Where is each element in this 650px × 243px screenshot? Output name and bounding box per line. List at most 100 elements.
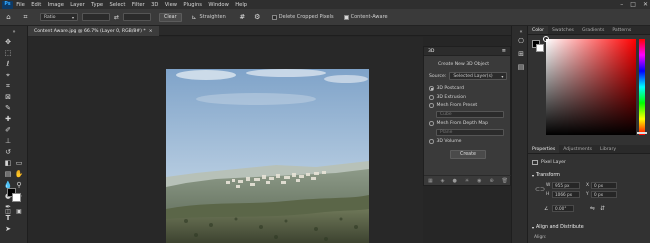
background-color-swatch[interactable] (12, 193, 21, 202)
straighten-label[interactable]: Straighten (200, 14, 226, 20)
x-field[interactable]: 0 px (591, 182, 617, 189)
minimize-button[interactable]: – (620, 1, 623, 8)
tab-gradients[interactable]: Gradients (578, 26, 608, 34)
height-input[interactable] (123, 13, 151, 21)
menu-file[interactable]: File (13, 2, 28, 8)
menu-select[interactable]: Select (106, 2, 128, 8)
swap-icon[interactable]: ⇄ (112, 13, 121, 22)
create-button[interactable]: Create (450, 150, 486, 159)
option-mesh-preset[interactable]: Mesh From Preset (429, 103, 477, 108)
history-icon[interactable]: ▤ (516, 62, 526, 72)
collapse-toolbar-icon[interactable]: » (9, 27, 19, 37)
3d-panel-title[interactable]: 3D (428, 49, 434, 54)
hand-tool-icon[interactable]: ✋ (14, 169, 24, 179)
hue-slider[interactable] (639, 39, 645, 135)
content-aware-checkbox[interactable] (343, 14, 349, 20)
marquee-tool-icon[interactable]: ⬚ (3, 48, 13, 58)
menu-image[interactable]: Image (44, 2, 67, 8)
align-header[interactable]: ▾ Align and Distribute (532, 225, 584, 230)
radio-mesh-depth[interactable] (429, 121, 434, 126)
color-picker-field[interactable] (546, 39, 636, 135)
gradient-tool-icon[interactable]: ▤ (3, 169, 13, 179)
maximize-button[interactable]: □ (630, 1, 636, 8)
quick-mask-icon[interactable]: ◫ (3, 207, 13, 217)
menu-help[interactable]: Help (232, 2, 250, 8)
home-icon[interactable]: ⌂ (4, 13, 13, 22)
healing-brush-tool-icon[interactable]: ✚ (3, 114, 13, 124)
tab-patterns[interactable]: Patterns (608, 26, 635, 34)
depth-select[interactable]: Plane (436, 129, 504, 136)
scene-icon[interactable]: ▦ (428, 178, 433, 184)
app-logo[interactable]: Ps (2, 0, 13, 9)
move-tool-icon[interactable]: ✥ (3, 37, 13, 47)
width-field[interactable]: 955 px (552, 182, 580, 189)
crop-tool-icon[interactable]: ⌗ (21, 13, 30, 22)
tab-library[interactable]: Library (596, 145, 620, 153)
mesh-icon[interactable]: ◈ (441, 178, 445, 184)
clear-button[interactable]: Clear (159, 12, 182, 22)
delete-cropped-checkbox[interactable] (271, 14, 277, 20)
eyedropper-tool-icon[interactable]: ✎ (3, 103, 13, 113)
delete-cropped-option[interactable]: Delete Cropped Pixels (271, 14, 334, 20)
angle-field[interactable]: 0.00° (552, 205, 574, 212)
camera-icon[interactable]: ◉ (477, 178, 481, 184)
flip-horizontal-icon[interactable]: ⇋ (590, 205, 595, 212)
y-field[interactable]: 0 px (591, 191, 617, 198)
menu-layer[interactable]: Layer (67, 2, 88, 8)
tab-swatches[interactable]: Swatches (548, 26, 578, 34)
preset-select[interactable]: Cube (436, 111, 504, 118)
brush-tool-icon[interactable]: ✐ (3, 125, 13, 135)
crop-tool-icon[interactable]: ⌗ (3, 81, 13, 91)
light-icon[interactable]: ☀ (465, 178, 469, 184)
quick-select-tool-icon[interactable]: ⌖ (3, 70, 13, 80)
link-icon[interactable]: ⊂⊃ (535, 186, 545, 193)
width-input[interactable] (82, 13, 110, 21)
history-brush-tool-icon[interactable]: ↺ (3, 147, 13, 157)
lasso-tool-icon[interactable]: ℓ (3, 59, 13, 69)
menu-type[interactable]: Type (88, 2, 106, 8)
tab-adjustments[interactable]: Adjustments (559, 145, 596, 153)
menu-3d[interactable]: 3D (148, 2, 162, 8)
eraser-tool-icon[interactable]: ◧ (3, 158, 13, 168)
tab-properties[interactable]: Properties (528, 145, 560, 153)
menu-edit[interactable]: Edit (28, 2, 44, 8)
content-aware-option[interactable]: Content-Aware (343, 14, 388, 20)
material-icon[interactable]: ● (452, 178, 456, 184)
3d-panel-icon[interactable]: ⎔ (516, 36, 526, 46)
path-selection-tool-icon[interactable]: ➤ (3, 224, 13, 234)
navigator-icon[interactable]: ⊞ (516, 49, 526, 59)
menu-filter[interactable]: Filter (129, 2, 148, 8)
clone-stamp-tool-icon[interactable]: ⊥ (3, 136, 13, 146)
radio-3d-volume[interactable] (429, 139, 434, 144)
menu-plugins[interactable]: Plugins (180, 2, 205, 8)
document-tab[interactable]: Content Aware.jpg @ 66.7% (Layer 0, RGB/… (28, 26, 159, 36)
frame-tool-icon[interactable]: ⊠ (3, 92, 13, 102)
straighten-icon[interactable]: ⊾ (190, 13, 199, 22)
ratio-select[interactable]: Ratio ▾ (40, 13, 78, 21)
radio-3d-postcard[interactable] (429, 86, 434, 91)
trash-icon[interactable]: 🗑 (502, 178, 508, 184)
new-icon[interactable]: ⊕ (489, 178, 493, 184)
rectangle-tool-icon[interactable]: ▭ (14, 158, 24, 168)
document-image[interactable] (166, 69, 369, 243)
height-field[interactable]: 1066 px (552, 191, 580, 198)
menu-view[interactable]: View (162, 2, 181, 8)
option-mesh-depth[interactable]: Mesh From Depth Map (429, 121, 488, 126)
overlay-grid-icon[interactable]: # (238, 13, 247, 22)
screen-mode-icon[interactable]: ▣ (14, 207, 24, 217)
transform-header[interactable]: ▾ Transform (532, 173, 560, 178)
tab-color[interactable]: Color (528, 26, 548, 34)
close-tab-icon[interactable]: × (149, 29, 153, 34)
color-bg-swatch[interactable] (536, 44, 544, 52)
menu-window[interactable]: Window (205, 2, 232, 8)
option-3d-extrusion[interactable]: 3D Extrusion (429, 95, 466, 100)
option-3d-postcard[interactable]: 3D Postcard (429, 86, 464, 91)
close-button[interactable]: ✕ (643, 1, 648, 8)
flip-vertical-icon[interactable]: ⇵ (600, 205, 605, 212)
panel-menu-icon[interactable]: ≡ (502, 48, 506, 54)
source-select[interactable]: Selected Layer(s) ▾ (449, 72, 508, 80)
settings-gear-icon[interactable]: ⚙ (253, 13, 262, 22)
radio-3d-extrusion[interactable] (429, 95, 434, 100)
radio-mesh-preset[interactable] (429, 103, 434, 108)
hue-slider-thumb[interactable] (637, 132, 647, 134)
